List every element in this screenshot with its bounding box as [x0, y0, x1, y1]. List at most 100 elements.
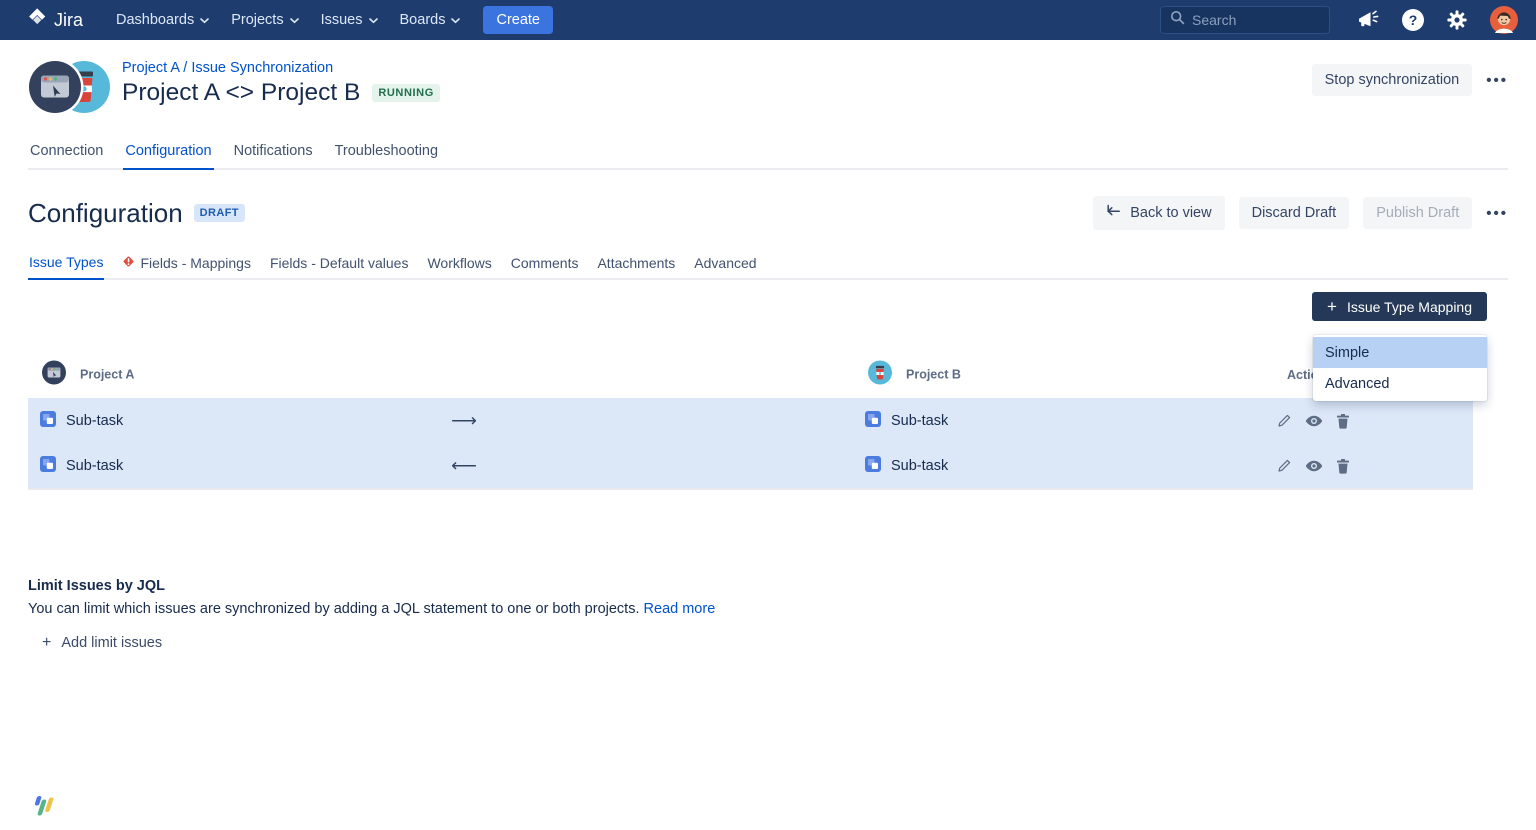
configuration-subtabs: Issue Types Fields - Mappings Fields - D… [28, 254, 1508, 280]
exalate-logo [26, 794, 60, 825]
delete-icon[interactable] [1336, 413, 1350, 429]
chevron-down-icon [200, 12, 209, 28]
tab-configuration[interactable]: Configuration [123, 143, 213, 170]
status-badge: RUNNING [372, 84, 440, 102]
mapping-row[interactable]: Sub-task ⟵ Sub-task [28, 444, 1473, 490]
configuration-title: Configuration [28, 198, 183, 229]
read-more-link[interactable]: Read more [644, 601, 716, 617]
subtab-fields-mappings[interactable]: Fields - Mappings [121, 254, 252, 280]
issue-type-mapping-section: + Issue Type Mapping Simple Advanced [28, 292, 1508, 490]
nav-projects-label: Projects [231, 12, 283, 28]
tab-troubleshooting[interactable]: Troubleshooting [333, 143, 440, 170]
user-avatar[interactable] [1490, 6, 1518, 34]
sync-direction-right-icon: ⟶ [451, 411, 477, 432]
nav-right: ? [1160, 6, 1518, 34]
top-nav: Jira Dashboards Projects Issues Boards C… [0, 0, 1536, 40]
plus-icon: + [1327, 298, 1337, 315]
subtask-icon [865, 456, 881, 476]
mapping-row[interactable]: Sub-task ⟶ Sub-task [28, 398, 1473, 444]
view-icon[interactable] [1305, 460, 1323, 472]
search-icon [1170, 10, 1185, 30]
announcements-icon[interactable] [1356, 9, 1380, 31]
header-more-button[interactable]: ••• [1486, 72, 1508, 89]
tab-connection[interactable]: Connection [28, 143, 105, 170]
nav-boards[interactable]: Boards [389, 6, 472, 34]
column-project-b-label: Project B [906, 368, 961, 382]
configuration-actions: Back to view Discard Draft Publish Draft… [1093, 196, 1508, 230]
limit-issues-description-text: You can limit which issues are synchroni… [28, 601, 640, 617]
add-limit-issues-label: Add limit issues [61, 635, 162, 651]
create-button[interactable]: Create [483, 6, 553, 34]
draft-badge: DRAFT [194, 204, 245, 222]
nav-dashboards[interactable]: Dashboards [105, 6, 220, 34]
page-header: Project A / Issue Synchronization Projec… [28, 58, 1508, 121]
row-left-label: Sub-task [66, 413, 123, 429]
add-limit-issues-button[interactable]: + Add limit issues [42, 634, 162, 652]
delete-icon[interactable] [1336, 458, 1350, 474]
column-project-a: Project A [42, 360, 134, 389]
edit-icon[interactable] [1276, 458, 1292, 474]
column-project-a-label: Project A [80, 368, 134, 382]
add-issue-type-mapping-button[interactable]: + Issue Type Mapping [1312, 292, 1487, 321]
subtab-issue-types[interactable]: Issue Types [28, 254, 104, 280]
gear-icon[interactable] [1446, 9, 1468, 31]
nav-boards-label: Boards [400, 12, 446, 28]
stop-synchronization-button[interactable]: Stop synchronization [1312, 64, 1473, 96]
error-icon [122, 255, 135, 271]
main-content: Project A / Issue Synchronization Projec… [0, 58, 1536, 652]
discard-draft-button[interactable]: Discard Draft [1239, 197, 1350, 229]
limit-issues-section: Limit Issues by JQL You can limit which … [28, 578, 1508, 652]
jira-logo-icon [26, 7, 48, 34]
dropdown-item-simple[interactable]: Simple [1313, 337, 1487, 368]
dropdown-item-advanced[interactable]: Advanced [1313, 368, 1487, 399]
back-arrow-icon [1106, 204, 1121, 222]
header-actions: Stop synchronization ••• [1312, 64, 1508, 96]
search-input[interactable] [1192, 12, 1320, 28]
row-right-label: Sub-task [891, 413, 948, 429]
search-box[interactable] [1160, 6, 1330, 34]
chevron-down-icon [369, 12, 378, 28]
view-icon[interactable] [1305, 415, 1323, 427]
row-right-label: Sub-task [891, 458, 948, 474]
subtask-icon [40, 411, 56, 431]
connection-avatars [28, 58, 112, 121]
nav-projects[interactable]: Projects [220, 6, 309, 34]
sync-direction-left-icon: ⟵ [451, 456, 477, 477]
nav-left: Jira Dashboards Projects Issues Boards C… [26, 6, 1160, 34]
edit-icon[interactable] [1276, 413, 1292, 429]
subtab-fields-default-values[interactable]: Fields - Default values [269, 254, 410, 280]
jira-logo[interactable]: Jira [26, 7, 83, 34]
subtask-icon [865, 411, 881, 431]
mapping-table: Project A Project B A [28, 351, 1473, 490]
subtab-attachments[interactable]: Attachments [596, 254, 676, 280]
row-left-cell: Sub-task [40, 411, 123, 431]
page-title: Project A <> Project B [122, 79, 360, 107]
subtask-icon [40, 456, 56, 476]
header-text: Project A / Issue Synchronization Projec… [122, 58, 440, 107]
publish-draft-button[interactable]: Publish Draft [1363, 197, 1472, 229]
limit-issues-description: You can limit which issues are synchroni… [28, 601, 1508, 617]
nav-issues-label: Issues [321, 12, 363, 28]
jira-logo-text: Jira [54, 10, 83, 31]
breadcrumb[interactable]: Project A / Issue Synchronization [122, 60, 440, 76]
configuration-header: Configuration DRAFT Back to view Discard… [28, 196, 1508, 230]
column-project-b: Project B [868, 360, 961, 389]
back-to-view-button[interactable]: Back to view [1093, 196, 1224, 230]
nav-dashboards-label: Dashboards [116, 12, 194, 28]
subtab-advanced[interactable]: Advanced [693, 254, 757, 280]
mapping-toolbar: + Issue Type Mapping [28, 292, 1508, 321]
row-actions [1276, 458, 1350, 474]
plus-icon: + [42, 634, 51, 652]
chevron-down-icon [451, 12, 460, 28]
subtab-workflows[interactable]: Workflows [426, 254, 492, 280]
add-issue-type-mapping-label: Issue Type Mapping [1347, 299, 1472, 315]
project-a-avatar [28, 59, 84, 116]
tab-notifications[interactable]: Notifications [232, 143, 315, 170]
configuration-more-button[interactable]: ••• [1486, 205, 1508, 222]
mapping-table-header: Project A Project B A [28, 351, 1473, 398]
nav-issues[interactable]: Issues [310, 6, 389, 34]
help-icon[interactable]: ? [1402, 9, 1424, 31]
project-a-avatar-small [42, 360, 66, 389]
title-row: Project A <> Project B RUNNING [122, 79, 440, 107]
subtab-comments[interactable]: Comments [510, 254, 580, 280]
